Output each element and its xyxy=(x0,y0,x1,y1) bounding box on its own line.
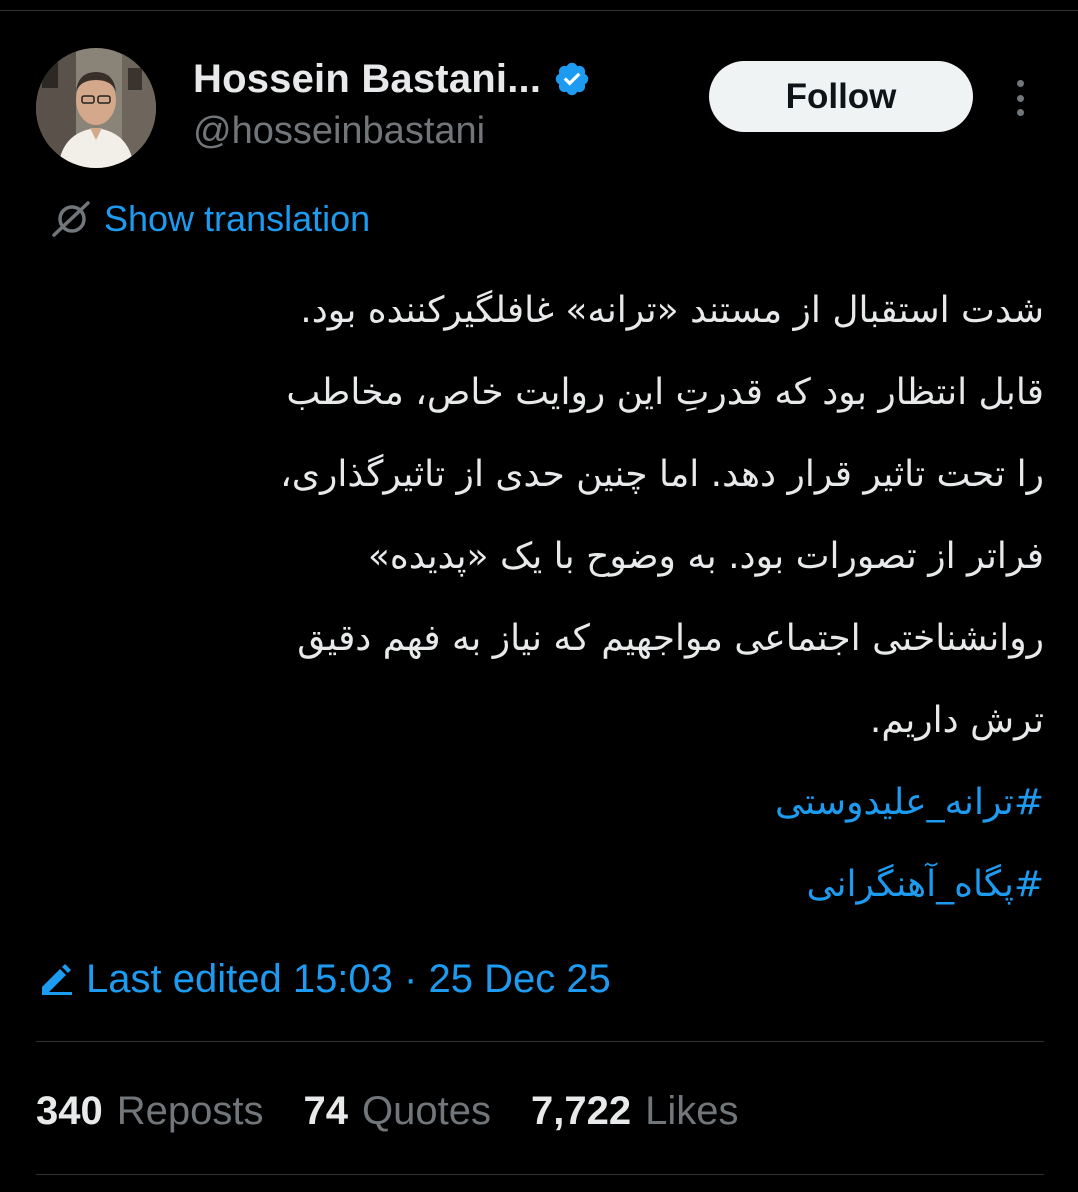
likes-stat[interactable]: 7,722 Likes xyxy=(531,1089,739,1134)
quotes-count: 74 xyxy=(303,1088,349,1133)
likes-count: 7,722 xyxy=(530,1088,632,1133)
reposts-stat[interactable]: 340 Reposts xyxy=(36,1089,264,1134)
display-name[interactable]: Hossein Bastani... xyxy=(193,57,541,102)
avatar[interactable] xyxy=(36,48,156,168)
last-edited-text: Last edited 15:03 · 25 Dec 25 xyxy=(86,956,611,1001)
show-translation-label: Show translation xyxy=(104,198,371,239)
top-divider xyxy=(0,10,1078,11)
show-translation-link[interactable]: Show translation xyxy=(48,196,370,242)
author-name-row[interactable]: Hossein Bastani... xyxy=(193,52,591,106)
reposts-count: 340 xyxy=(36,1088,103,1133)
engagement-stats: 340 Reposts 74 Quotes 7,722 Likes xyxy=(36,1084,778,1138)
tweet-line: قابل انتظار بود که قدرتِ این روایت خاص، … xyxy=(286,372,1044,413)
tweet-line: ترش داریم. xyxy=(869,700,1044,741)
author-handle[interactable]: @hosseinbastani xyxy=(193,110,485,153)
stats-bottom-divider xyxy=(36,1174,1044,1175)
tweet-line: روانشناختی اجتماعی مواجهیم که نیاز به فه… xyxy=(297,618,1044,659)
verified-badge-icon[interactable] xyxy=(553,60,591,98)
avatar-photo xyxy=(36,48,156,168)
tweet-line: شدت استقبال از مستند «ترانه» غافلگیرکنند… xyxy=(300,290,1044,331)
quotes-stat[interactable]: 74 Quotes xyxy=(304,1089,491,1134)
translate-icon xyxy=(52,201,90,237)
last-edited-link[interactable]: Last edited 15:03 · 25 Dec 25 xyxy=(36,952,611,1006)
quotes-label: Quotes xyxy=(362,1088,491,1133)
tweet-text: شدت استقبال از مستند «ترانه» غافلگیرکنند… xyxy=(34,270,1044,926)
hashtag-link[interactable]: #ترانه_علیدوستی xyxy=(34,762,1044,844)
tweet-line: را تحت تاثیر قرار دهد. اما چنین حدی از ت… xyxy=(280,454,1044,495)
edit-pencil-icon xyxy=(42,964,72,995)
reposts-label: Reposts xyxy=(116,1088,264,1133)
follow-button[interactable]: Follow xyxy=(709,61,973,132)
hashtag-link[interactable]: #پگاه_آهنگرانی xyxy=(34,844,1044,926)
tweet-line: فراتر از تصورات بود. به وضوح با یک «پدید… xyxy=(367,536,1044,577)
stats-top-divider xyxy=(36,1041,1044,1042)
likes-label: Likes xyxy=(645,1088,739,1133)
more-vertical-icon[interactable] xyxy=(1004,76,1036,120)
